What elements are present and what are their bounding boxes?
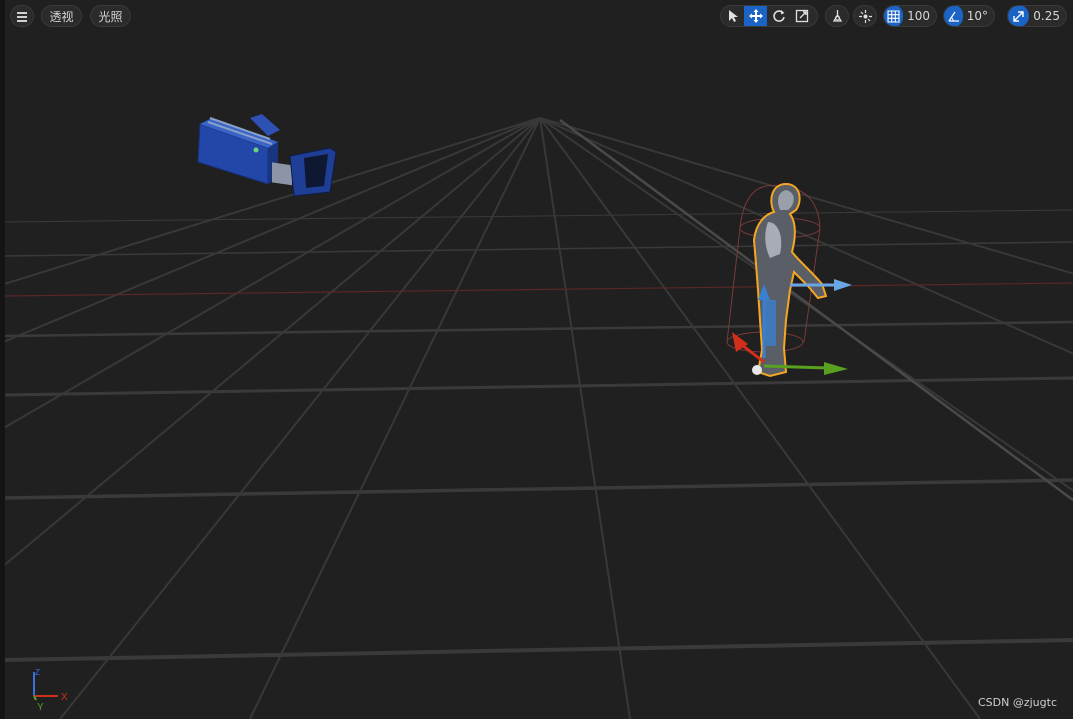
grid-line (539, 117, 1073, 492)
camera-lens-barrel (272, 162, 292, 186)
select-icon (728, 10, 738, 22)
rotation-snap-toggle[interactable] (944, 6, 963, 26)
move-tool-button[interactable] (744, 6, 767, 26)
grid-line (4, 209, 1073, 223)
gizmo-y-arrow[interactable] (824, 362, 848, 375)
menu-icon (11, 6, 33, 22)
viewport-scene[interactable] (0, 0, 1073, 719)
move-icon (748, 9, 763, 23)
grid-line (539, 117, 1073, 275)
perspective-button[interactable]: 透视 (41, 5, 82, 27)
mannequin-leg-highlight (764, 300, 776, 346)
grid-line (539, 117, 631, 719)
axis-x-label: X (61, 692, 68, 703)
grid-line (559, 118, 1073, 502)
angle-icon (948, 11, 959, 22)
viewport-menu-button[interactable] (10, 5, 34, 27)
grid-snap-control[interactable]: 100 (883, 5, 937, 27)
grid-snap-value[interactable]: 100 (903, 9, 936, 23)
surface-snap-icon (832, 9, 842, 22)
grid-snap-toggle[interactable] (884, 6, 904, 26)
gizmo-pivot[interactable] (752, 365, 762, 375)
axis-y-label: Y (37, 702, 44, 712)
grid-line (249, 117, 541, 719)
lighting-button[interactable]: 光照 (90, 5, 131, 27)
grid-icon (887, 9, 900, 23)
select-tool-button[interactable] (721, 6, 744, 26)
forward-direction-arrowhead (834, 279, 852, 291)
scale-tool-button[interactable] (790, 6, 813, 26)
watermark: CSDN @zjugtc (977, 696, 1057, 709)
scale-snap-icon (1013, 10, 1024, 22)
level-viewport[interactable]: 透视 光照 100 10° 0.25 X Y Z CSDN @zjugtc (0, 0, 1073, 719)
viewport-left-edge (0, 0, 5, 719)
world-x-axis-line (4, 282, 1073, 297)
grid-line (539, 117, 981, 719)
grid-line (4, 241, 1073, 257)
transform-tools (720, 5, 818, 27)
scale-snap-value[interactable]: 0.25 (1029, 9, 1066, 23)
world-local-toggle-button[interactable] (853, 5, 877, 27)
scale-snap-toggle[interactable] (1008, 6, 1030, 26)
grid-line (0, 117, 541, 571)
rotate-tool-button[interactable] (767, 6, 790, 26)
axis-z-label: Z (35, 668, 40, 677)
grid-line (4, 478, 1073, 500)
scale-snap-control[interactable]: 0.25 (1007, 5, 1067, 27)
grid-line (0, 117, 541, 432)
grid-line (539, 117, 1073, 355)
rotation-snap-value[interactable]: 10° (963, 9, 994, 23)
gizmo-y-axis[interactable] (763, 364, 829, 370)
scale-icon (795, 9, 808, 23)
camera-actor[interactable] (197, 114, 337, 197)
grid-line (59, 117, 541, 719)
grid-line (0, 117, 541, 345)
rotate-icon (772, 10, 785, 22)
surface-snapping-button[interactable] (825, 5, 849, 27)
grid-line (0, 117, 541, 287)
transform-icon (858, 9, 872, 23)
camera-indicator-light (253, 147, 259, 153)
rotation-snap-control[interactable]: 10° (943, 5, 995, 27)
grid-line (4, 638, 1073, 662)
axis-indicator: X Y Z (33, 668, 68, 712)
